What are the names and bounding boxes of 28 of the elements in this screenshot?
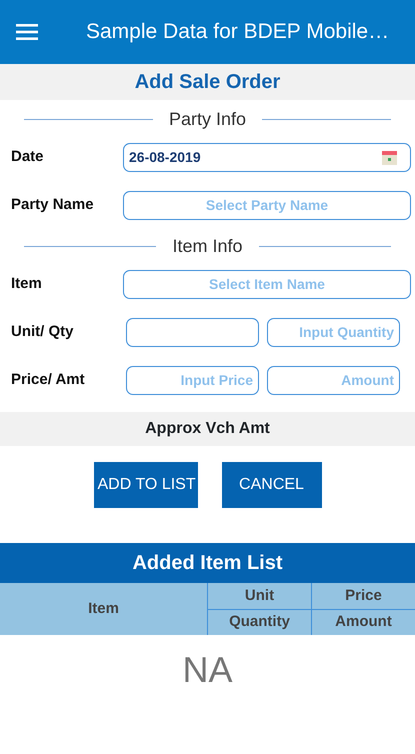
list-title: Added Item List — [132, 551, 282, 576]
page-title: Add Sale Order — [134, 70, 280, 95]
empty-text: NA — [182, 649, 232, 690]
column-header: Price — [312, 583, 415, 608]
column-header: Amount — [312, 608, 415, 635]
input-field[interactable]: Input Price — [126, 366, 259, 394]
menu-button[interactable] — [16, 23, 38, 41]
field-label: Date — [10, 146, 45, 167]
column-header: Unit — [208, 583, 311, 608]
calendar-icon — [382, 149, 397, 165]
field-label: Item — [10, 274, 43, 294]
select-field[interactable]: Select Party Name — [123, 190, 411, 220]
column-header: Quantity — [208, 608, 311, 635]
section-title: Item Info — [172, 235, 243, 258]
column-header: Item — [0, 583, 207, 635]
date-field[interactable]: 26-08-2019 — [123, 142, 411, 172]
summary-label: Approx Vch Amt — [145, 419, 270, 439]
action-button[interactable]: CANCEL — [222, 462, 322, 508]
field-label: Party Name — [10, 194, 95, 215]
app-title: Sample Data for BDEP Mobile… — [86, 19, 390, 46]
input-field[interactable] — [126, 318, 259, 346]
input-field[interactable]: Amount — [267, 366, 400, 394]
section-title: Party Info — [168, 108, 246, 131]
input-field[interactable]: Input Quantity — [267, 318, 400, 346]
field-label: Price/ Amt — [10, 370, 86, 390]
select-field[interactable]: Select Item Name — [123, 270, 411, 298]
field-label: Unit/ Qty — [10, 322, 74, 342]
action-button[interactable]: ADD TO LIST — [94, 462, 198, 508]
